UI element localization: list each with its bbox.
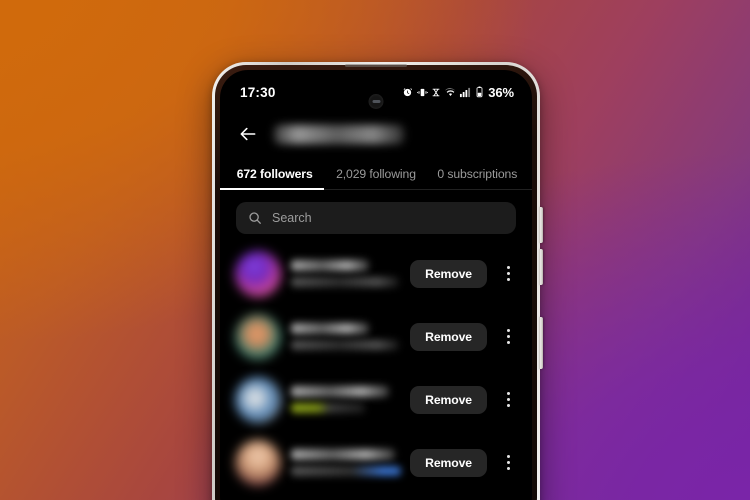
power-button[interactable] — [539, 317, 543, 369]
volume-up-button[interactable] — [539, 207, 543, 243]
list-item[interactable]: █████████ ████████ Remove — [220, 431, 532, 494]
fullname-label: █████ — [291, 403, 365, 413]
status-time: 17:30 — [240, 84, 276, 100]
search-placeholder: Search — [272, 211, 312, 225]
remove-button[interactable]: Remove — [410, 322, 487, 351]
search-icon — [249, 212, 261, 224]
signal-icon — [460, 87, 471, 97]
battery-percent-label: 36% — [488, 84, 514, 100]
followers-list[interactable]: █████ ████████ Remove ███████ ██████ Rem… — [220, 242, 532, 494]
list-item[interactable]: ████████ █████ Remove — [220, 368, 532, 431]
user-names: █████ ████████ — [291, 260, 399, 287]
battery-icon — [476, 86, 483, 98]
more-options-icon[interactable] — [498, 320, 518, 354]
username-label: █████ — [291, 260, 369, 271]
search-section: Search — [220, 190, 532, 242]
fullname-label: ██████ — [291, 340, 399, 350]
volume-down-button[interactable] — [539, 249, 543, 285]
vibrate-icon — [416, 88, 428, 96]
app-bar: ██████████ — [220, 114, 532, 154]
tab-bar: 672 followers 2,029 following 0 subscrip… — [220, 154, 532, 190]
phone-device: 17:30 36% 672 followers 2,029 following … — [212, 62, 543, 500]
profile-username-title: ██████████ — [274, 124, 404, 144]
search-input[interactable]: Search — [236, 202, 516, 234]
username-label: ████████ — [291, 386, 389, 397]
remove-button[interactable]: Remove — [410, 385, 487, 414]
tab-subscriptions[interactable]: 0 subscriptions — [427, 167, 528, 190]
wifi-icon — [444, 87, 455, 96]
status-icons: 36% — [402, 85, 514, 100]
remove-button[interactable]: Remove — [410, 259, 487, 288]
user-names: ████████ █████ — [291, 386, 399, 413]
data-saver-icon — [432, 88, 440, 96]
alarm-icon — [403, 87, 413, 96]
fullname-label: ████████ — [291, 466, 401, 476]
username-label: ███████ — [291, 323, 369, 334]
list-item[interactable]: █████ ████████ Remove — [220, 242, 532, 305]
earpiece-speaker — [345, 63, 407, 67]
user-names: █████████ ████████ — [291, 449, 401, 476]
back-button[interactable] — [236, 122, 260, 146]
user-names: ███████ ██████ — [291, 323, 399, 350]
tab-following[interactable]: 2,029 following — [325, 167, 426, 190]
avatar[interactable] — [235, 250, 281, 297]
tab-followers[interactable]: 672 followers — [224, 167, 325, 190]
avatar[interactable] — [235, 313, 281, 360]
back-arrow-icon — [240, 127, 256, 141]
more-options-icon[interactable] — [498, 446, 518, 480]
more-options-icon[interactable] — [498, 257, 518, 291]
username-label: █████████ — [291, 449, 395, 460]
phone-screen: 17:30 36% 672 followers 2,029 following … — [220, 70, 532, 500]
fullname-label: ████████ — [291, 277, 399, 287]
phone-bezel: 17:30 36% 672 followers 2,029 following … — [215, 65, 537, 500]
more-options-icon[interactable] — [498, 383, 518, 417]
avatar[interactable] — [235, 376, 281, 423]
list-item[interactable]: ███████ ██████ Remove — [220, 305, 532, 368]
remove-button[interactable]: Remove — [410, 448, 487, 477]
avatar[interactable] — [235, 439, 281, 486]
status-bar: 17:30 36% — [220, 70, 532, 114]
active-tab-indicator — [220, 188, 324, 190]
